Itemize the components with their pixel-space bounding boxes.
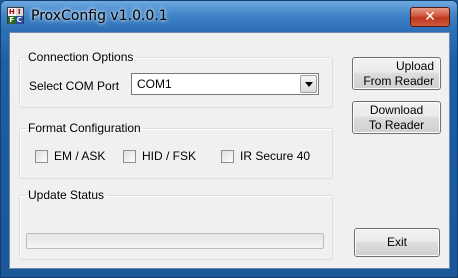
com-port-select[interactable]: COM1 xyxy=(131,73,319,95)
close-button[interactable]: ✕ xyxy=(410,7,450,27)
download-to-reader-button[interactable]: Download To Reader xyxy=(352,101,441,134)
upload-button-line2: From Reader xyxy=(363,74,434,88)
download-button-line1: Download xyxy=(369,103,424,117)
title-bar[interactable]: H I F C ProxConfig v1.0.0.1 ✕ xyxy=(1,1,457,33)
upload-button-line1: Upload xyxy=(395,59,434,73)
app-icon-letter: I xyxy=(15,8,23,16)
window-title: ProxConfig v1.0.0.1 xyxy=(31,8,168,24)
app-window: H I F C ProxConfig v1.0.0.1 ✕ Connection… xyxy=(0,0,458,278)
em-ask-label[interactable]: EM / ASK xyxy=(54,149,105,163)
app-icon-letter: F xyxy=(8,16,16,24)
dialog-client-area: Connection Options Select COM Port COM1 … xyxy=(9,32,450,269)
com-port-label: Select COM Port xyxy=(29,79,120,93)
app-icon[interactable]: H I F C xyxy=(7,7,24,24)
update-status-label: Update Status xyxy=(28,188,105,202)
update-status-group: Update Status xyxy=(19,188,333,260)
chevron-down-icon[interactable] xyxy=(300,75,317,93)
exit-button[interactable]: Exit xyxy=(354,228,440,257)
hid-fsk-checkbox[interactable] xyxy=(123,150,136,163)
ir-secure-40-checkbox[interactable] xyxy=(221,150,234,163)
em-ask-checkbox[interactable] xyxy=(35,150,48,163)
ir-secure-40-label[interactable]: IR Secure 40 xyxy=(240,149,310,163)
hid-fsk-label[interactable]: HID / FSK xyxy=(142,149,196,163)
upload-from-reader-button[interactable]: Upload From Reader xyxy=(352,57,441,90)
app-icon-letter: C xyxy=(15,16,23,24)
close-icon: ✕ xyxy=(424,9,436,25)
connection-options-label: Connection Options xyxy=(28,50,134,64)
com-port-value: COM1 xyxy=(137,77,172,91)
update-progress-bar xyxy=(26,233,324,249)
download-button-line2: To Reader xyxy=(368,118,425,132)
app-icon-letter: H xyxy=(8,8,16,16)
format-configuration-label: Format Configuration xyxy=(28,121,141,135)
